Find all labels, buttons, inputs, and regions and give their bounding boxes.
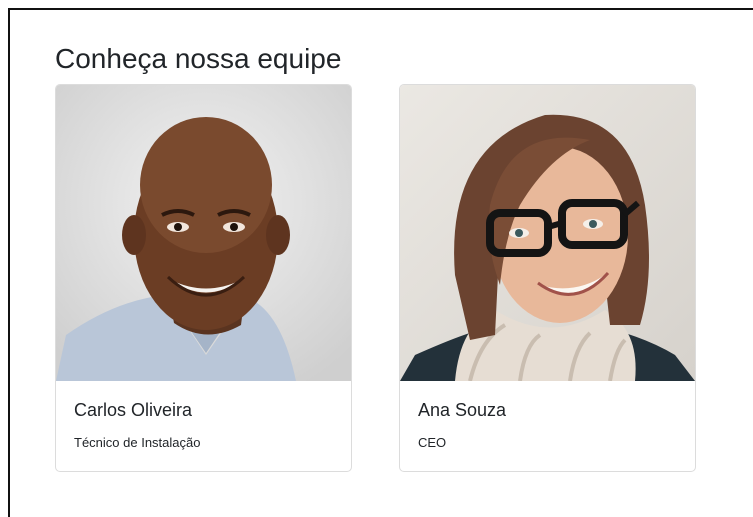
team-member-card: Carlos Oliveira Técnico de Instalação: [55, 84, 352, 472]
team-member-photo: [400, 85, 695, 381]
team-member-photo: [56, 85, 351, 381]
team-member-role: CEO: [418, 435, 447, 450]
team-member-role: Técnico de Instalação: [74, 435, 201, 450]
team-member-name: Carlos Oliveira: [74, 400, 193, 420]
team-member-card: Ana Souza CEO: [399, 84, 696, 472]
team-member-name: Ana Souza: [418, 400, 507, 420]
section-title: Conheça nossa equipe: [55, 43, 342, 74]
